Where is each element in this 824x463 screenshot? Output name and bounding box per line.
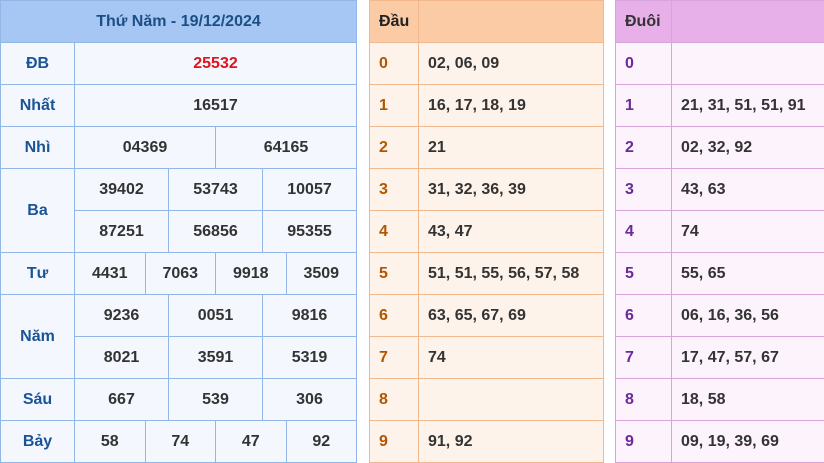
dau-key: 5	[370, 253, 419, 295]
dau-header-blank	[419, 1, 604, 43]
dau-values: 02, 06, 09	[419, 43, 604, 85]
prize-number: 9918	[216, 253, 287, 295]
results-panel: Thứ Năm - 19/12/2024 ĐB 25532 Nhất 16517…	[0, 0, 356, 463]
duoi-values: 21, 31, 51, 51, 91	[672, 85, 824, 127]
prize-number: 16517	[75, 85, 357, 127]
dau-values: 74	[419, 337, 604, 379]
prize-number: 667	[75, 379, 169, 421]
duoi-key: 9	[616, 421, 672, 463]
duoi-key: 7	[616, 337, 672, 379]
prize-number: 95355	[263, 211, 357, 253]
prize-label-db: ĐB	[1, 43, 75, 85]
dau-key: 9	[370, 421, 419, 463]
duoi-values	[672, 43, 824, 85]
prize-number: 3509	[286, 253, 357, 295]
duoi-key: 3	[616, 169, 672, 211]
duoi-header: Đuôi	[616, 1, 672, 43]
dau-key: 8	[370, 379, 419, 421]
duoi-key: 2	[616, 127, 672, 169]
duoi-values: 06, 16, 36, 56	[672, 295, 824, 337]
dau-values: 43, 47	[419, 211, 604, 253]
duoi-values: 02, 32, 92	[672, 127, 824, 169]
prize-label-bay: Bảy	[1, 421, 75, 463]
dau-key: 2	[370, 127, 419, 169]
duoi-key: 6	[616, 295, 672, 337]
duoi-key: 4	[616, 211, 672, 253]
prize-number-db: 25532	[75, 43, 357, 85]
duoi-values: 09, 19, 39, 69	[672, 421, 824, 463]
results-table: Thứ Năm - 19/12/2024 ĐB 25532 Nhất 16517…	[0, 0, 357, 463]
dau-values: 91, 92	[419, 421, 604, 463]
duoi-key: 5	[616, 253, 672, 295]
dau-key: 0	[370, 43, 419, 85]
duoi-values: 74	[672, 211, 824, 253]
prize-number: 53743	[169, 169, 263, 211]
prize-number: 04369	[75, 127, 216, 169]
duoi-values: 55, 65	[672, 253, 824, 295]
prize-number: 58	[75, 421, 146, 463]
prize-label-nam: Năm	[1, 295, 75, 379]
dau-table: Đầu 002, 06, 09 116, 17, 18, 19 221 331,…	[369, 0, 604, 463]
dau-values: 16, 17, 18, 19	[419, 85, 604, 127]
dau-values: 31, 32, 36, 39	[419, 169, 604, 211]
prize-label-nhi: Nhì	[1, 127, 75, 169]
duoi-values: 18, 58	[672, 379, 824, 421]
prize-label-sau: Sáu	[1, 379, 75, 421]
prize-number: 64165	[216, 127, 357, 169]
prize-number: 92	[286, 421, 357, 463]
dau-values: 63, 65, 67, 69	[419, 295, 604, 337]
dau-values: 51, 51, 55, 56, 57, 58	[419, 253, 604, 295]
dau-key: 4	[370, 211, 419, 253]
duoi-header-blank	[672, 1, 824, 43]
prize-label-tu: Tư	[1, 253, 75, 295]
prize-number: 8021	[75, 337, 169, 379]
dau-values	[419, 379, 604, 421]
prize-number: 10057	[263, 169, 357, 211]
prize-number: 56856	[169, 211, 263, 253]
prize-number: 7063	[145, 253, 216, 295]
prize-number: 3591	[169, 337, 263, 379]
prize-number: 9816	[263, 295, 357, 337]
dau-values: 21	[419, 127, 604, 169]
prize-number: 0051	[169, 295, 263, 337]
prize-number: 9236	[75, 295, 169, 337]
prize-number: 539	[169, 379, 263, 421]
duoi-values: 43, 63	[672, 169, 824, 211]
duoi-key: 1	[616, 85, 672, 127]
prize-number: 74	[145, 421, 216, 463]
prize-number: 4431	[75, 253, 146, 295]
prize-number: 39402	[75, 169, 169, 211]
dau-key: 7	[370, 337, 419, 379]
dau-key: 6	[370, 295, 419, 337]
prize-number: 47	[216, 421, 287, 463]
prize-number: 87251	[75, 211, 169, 253]
prize-label-ba: Ba	[1, 169, 75, 253]
prize-number: 306	[263, 379, 357, 421]
prize-label-nhat: Nhất	[1, 85, 75, 127]
duoi-key: 8	[616, 379, 672, 421]
dau-key: 3	[370, 169, 419, 211]
dau-header: Đầu	[370, 1, 419, 43]
duoi-panel: Đuôi 0 121, 31, 51, 51, 91 202, 32, 92 3…	[615, 0, 824, 463]
dau-key: 1	[370, 85, 419, 127]
duoi-table: Đuôi 0 121, 31, 51, 51, 91 202, 32, 92 3…	[615, 0, 824, 463]
duoi-values: 17, 47, 57, 67	[672, 337, 824, 379]
results-title: Thứ Năm - 19/12/2024	[1, 1, 357, 43]
prize-number: 5319	[263, 337, 357, 379]
dau-panel: Đầu 002, 06, 09 116, 17, 18, 19 221 331,…	[369, 0, 603, 463]
duoi-key: 0	[616, 43, 672, 85]
